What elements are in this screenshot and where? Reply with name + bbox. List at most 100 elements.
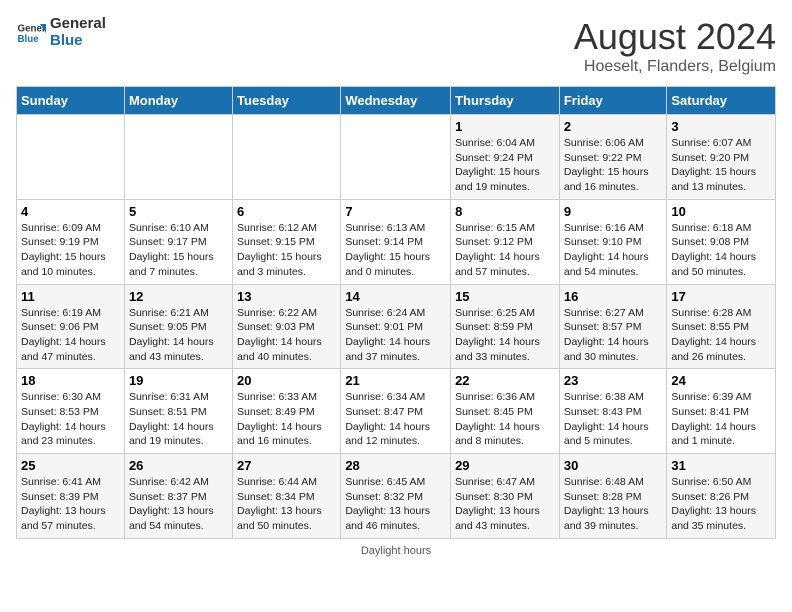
- day-number: 5: [129, 204, 228, 219]
- day-detail: Sunrise: 6:22 AM Sunset: 9:03 PM Dayligh…: [237, 306, 336, 365]
- week-row-0: 1 Sunrise: 6:04 AM Sunset: 9:24 PM Daylig…: [17, 115, 776, 200]
- day-cell: 15Sunrise: 6:25 AM Sunset: 8:59 PM Dayli…: [451, 284, 560, 369]
- day-detail: Sunrise: 6:44 AM Sunset: 8:34 PM Dayligh…: [237, 475, 336, 534]
- day-number: 28: [345, 458, 446, 473]
- day-number: 11: [21, 289, 120, 304]
- week-row-4: 25 Sunrise: 6:41 AM Sunset: 8:39 PM Dayli…: [17, 454, 776, 539]
- day-number: 9: [564, 204, 663, 219]
- day-detail: Sunrise: 6:38 AM Sunset: 8:43 PM Dayligh…: [564, 390, 663, 449]
- day-number: 19: [129, 373, 228, 388]
- day-cell: 30 Sunrise: 6:48 AM Sunset: 8:28 PM Dayli…: [559, 454, 667, 539]
- day-cell: 19 Sunrise: 6:31 AM Sunset: 8:51 PM Dayli…: [124, 369, 232, 454]
- day-cell: 1 Sunrise: 6:04 AM Sunset: 9:24 PM Daylig…: [451, 115, 560, 200]
- day-cell: 7 Sunrise: 6:13 AM Sunset: 9:14 PM Daylig…: [341, 199, 451, 284]
- day-detail: Sunrise: 6:18 AM Sunset: 9:08 PM Dayligh…: [671, 221, 771, 280]
- day-number: 18: [21, 373, 120, 388]
- day-cell: 23 Sunrise: 6:38 AM Sunset: 8:43 PM Dayli…: [559, 369, 667, 454]
- col-header-friday: Friday: [559, 87, 667, 115]
- day-number: 29: [455, 458, 555, 473]
- day-detail: Sunrise: 6:10 AM Sunset: 9:17 PM Dayligh…: [129, 221, 228, 280]
- day-detail: Sunrise: 6:25 AM Sunset: 8:59 PM Dayligh…: [455, 306, 555, 365]
- header-row: SundayMondayTuesdayWednesdayThursdayFrid…: [17, 87, 776, 115]
- day-detail: Sunrise: 6:31 AM Sunset: 8:51 PM Dayligh…: [129, 390, 228, 449]
- day-number: 22: [455, 373, 555, 388]
- day-number: 31: [671, 458, 771, 473]
- day-detail: Sunrise: 6:34 AM Sunset: 8:47 PM Dayligh…: [345, 390, 446, 449]
- day-number: 1: [455, 119, 555, 134]
- day-number: 25: [21, 458, 120, 473]
- week-row-2: 11 Sunrise: 6:19 AM Sunset: 9:06 PM Dayli…: [17, 284, 776, 369]
- day-cell: 22 Sunrise: 6:36 AM Sunset: 8:45 PM Dayli…: [451, 369, 560, 454]
- day-cell: 10Sunrise: 6:18 AM Sunset: 9:08 PM Dayli…: [667, 199, 776, 284]
- day-detail: Sunrise: 6:28 AM Sunset: 8:55 PM Dayligh…: [671, 306, 771, 365]
- day-detail: Sunrise: 6:30 AM Sunset: 8:53 PM Dayligh…: [21, 390, 120, 449]
- day-cell: 29 Sunrise: 6:47 AM Sunset: 8:30 PM Dayli…: [451, 454, 560, 539]
- day-cell: 14Sunrise: 6:24 AM Sunset: 9:01 PM Dayli…: [341, 284, 451, 369]
- col-header-saturday: Saturday: [667, 87, 776, 115]
- day-detail: Sunrise: 6:27 AM Sunset: 8:57 PM Dayligh…: [564, 306, 663, 365]
- day-cell: 9 Sunrise: 6:16 AM Sunset: 9:10 PM Daylig…: [559, 199, 667, 284]
- day-detail: Sunrise: 6:06 AM Sunset: 9:22 PM Dayligh…: [564, 136, 663, 195]
- day-detail: Sunrise: 6:50 AM Sunset: 8:26 PM Dayligh…: [671, 475, 771, 534]
- day-number: 4: [21, 204, 120, 219]
- day-cell: 25 Sunrise: 6:41 AM Sunset: 8:39 PM Dayli…: [17, 454, 125, 539]
- day-number: 3: [671, 119, 771, 134]
- day-cell: 26Sunrise: 6:42 AM Sunset: 8:37 PM Dayli…: [124, 454, 232, 539]
- col-header-wednesday: Wednesday: [341, 87, 451, 115]
- day-cell: 27 Sunrise: 6:44 AM Sunset: 8:34 PM Dayli…: [233, 454, 341, 539]
- day-number: 14: [345, 289, 446, 304]
- day-detail: Sunrise: 6:16 AM Sunset: 9:10 PM Dayligh…: [564, 221, 663, 280]
- day-number: 21: [345, 373, 446, 388]
- day-detail: Sunrise: 6:39 AM Sunset: 8:41 PM Dayligh…: [671, 390, 771, 449]
- day-cell: 13 Sunrise: 6:22 AM Sunset: 9:03 PM Dayli…: [233, 284, 341, 369]
- day-cell: 28 Sunrise: 6:45 AM Sunset: 8:32 PM Dayli…: [341, 454, 451, 539]
- footer-label: Daylight hours: [16, 545, 776, 557]
- day-number: 23: [564, 373, 663, 388]
- day-cell: 12Sunrise: 6:21 AM Sunset: 9:05 PM Dayli…: [124, 284, 232, 369]
- day-detail: Sunrise: 6:09 AM Sunset: 9:19 PM Dayligh…: [21, 221, 120, 280]
- day-cell: 31 Sunrise: 6:50 AM Sunset: 8:26 PM Dayli…: [667, 454, 776, 539]
- day-cell: 17Sunrise: 6:28 AM Sunset: 8:55 PM Dayli…: [667, 284, 776, 369]
- header: General Blue General Blue August 2024 Ho…: [16, 16, 776, 76]
- day-number: 13: [237, 289, 336, 304]
- col-header-sunday: Sunday: [17, 87, 125, 115]
- day-detail: Sunrise: 6:13 AM Sunset: 9:14 PM Dayligh…: [345, 221, 446, 280]
- day-detail: Sunrise: 6:21 AM Sunset: 9:05 PM Dayligh…: [129, 306, 228, 365]
- day-detail: Sunrise: 6:48 AM Sunset: 8:28 PM Dayligh…: [564, 475, 663, 534]
- title-area: August 2024 Hoeselt, Flanders, Belgium: [574, 16, 776, 76]
- logo-icon: General Blue: [16, 18, 46, 48]
- day-number: 6: [237, 204, 336, 219]
- day-number: 8: [455, 204, 555, 219]
- day-cell: 24Sunrise: 6:39 AM Sunset: 8:41 PM Dayli…: [667, 369, 776, 454]
- week-row-1: 4 Sunrise: 6:09 AM Sunset: 9:19 PM Daylig…: [17, 199, 776, 284]
- day-detail: Sunrise: 6:36 AM Sunset: 8:45 PM Dayligh…: [455, 390, 555, 449]
- day-cell: 5 Sunrise: 6:10 AM Sunset: 9:17 PM Daylig…: [124, 199, 232, 284]
- day-detail: Sunrise: 6:45 AM Sunset: 8:32 PM Dayligh…: [345, 475, 446, 534]
- day-detail: Sunrise: 6:41 AM Sunset: 8:39 PM Dayligh…: [21, 475, 120, 534]
- day-detail: Sunrise: 6:04 AM Sunset: 9:24 PM Dayligh…: [455, 136, 555, 195]
- day-number: 26: [129, 458, 228, 473]
- day-cell: [17, 115, 125, 200]
- day-cell: [341, 115, 451, 200]
- week-row-3: 18 Sunrise: 6:30 AM Sunset: 8:53 PM Dayli…: [17, 369, 776, 454]
- day-detail: Sunrise: 6:47 AM Sunset: 8:30 PM Dayligh…: [455, 475, 555, 534]
- logo: General Blue General Blue: [16, 16, 106, 49]
- day-cell: 16 Sunrise: 6:27 AM Sunset: 8:57 PM Dayli…: [559, 284, 667, 369]
- day-cell: 6 Sunrise: 6:12 AM Sunset: 9:15 PM Daylig…: [233, 199, 341, 284]
- day-detail: Sunrise: 6:07 AM Sunset: 9:20 PM Dayligh…: [671, 136, 771, 195]
- day-cell: 18 Sunrise: 6:30 AM Sunset: 8:53 PM Dayli…: [17, 369, 125, 454]
- day-number: 27: [237, 458, 336, 473]
- calendar-table: SundayMondayTuesdayWednesdayThursdayFrid…: [16, 86, 776, 539]
- day-detail: Sunrise: 6:19 AM Sunset: 9:06 PM Dayligh…: [21, 306, 120, 365]
- day-number: 30: [564, 458, 663, 473]
- svg-text:Blue: Blue: [18, 34, 40, 45]
- day-cell: 21 Sunrise: 6:34 AM Sunset: 8:47 PM Dayli…: [341, 369, 451, 454]
- day-detail: Sunrise: 6:12 AM Sunset: 9:15 PM Dayligh…: [237, 221, 336, 280]
- day-detail: Sunrise: 6:15 AM Sunset: 9:12 PM Dayligh…: [455, 221, 555, 280]
- col-header-monday: Monday: [124, 87, 232, 115]
- logo-general: General: [50, 16, 106, 33]
- day-number: 16: [564, 289, 663, 304]
- day-number: 2: [564, 119, 663, 134]
- day-number: 7: [345, 204, 446, 219]
- day-cell: [233, 115, 341, 200]
